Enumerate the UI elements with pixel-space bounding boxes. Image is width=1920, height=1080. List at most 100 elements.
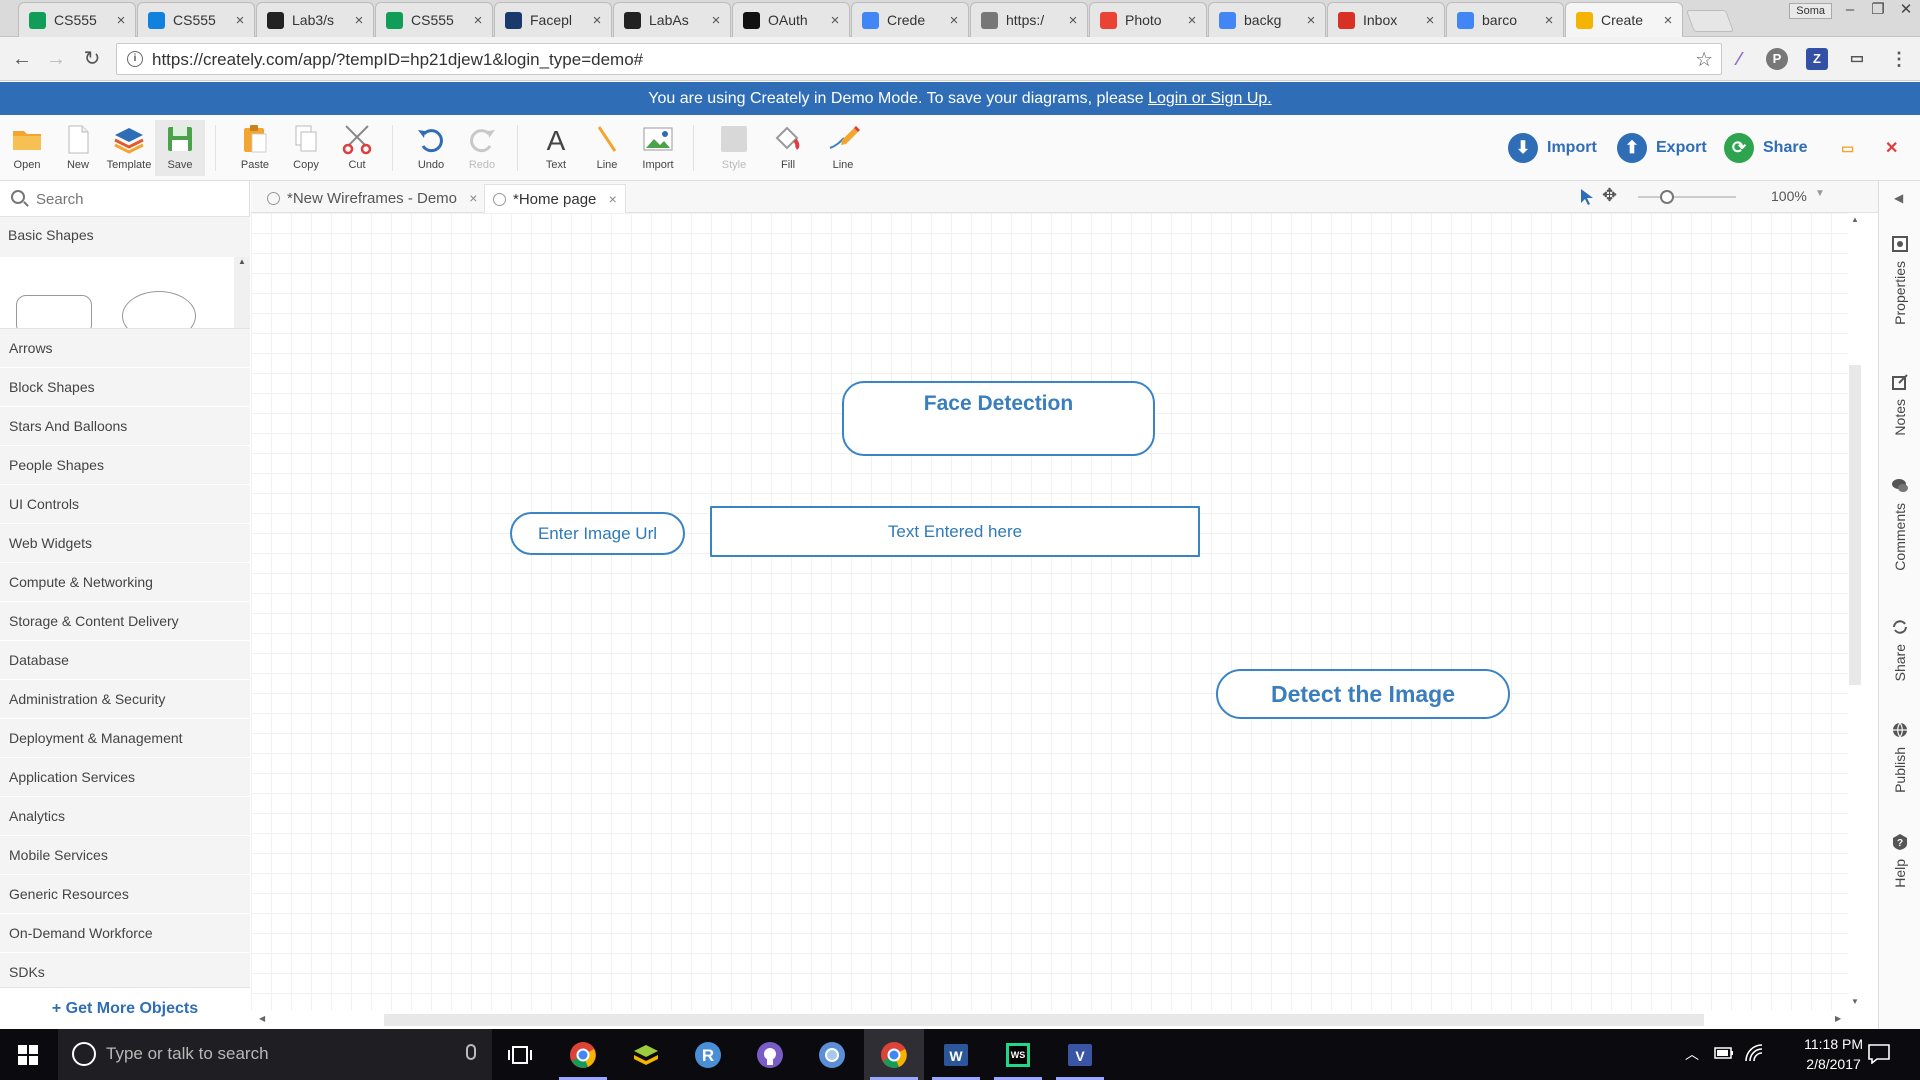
back-icon[interactable]: ← — [8, 45, 36, 73]
scroll-up-icon[interactable]: ▲ — [1851, 215, 1859, 224]
microphone-icon[interactable] — [466, 1044, 476, 1060]
style-button[interactable]: Style — [709, 122, 759, 171]
horizontal-scroll-thumb[interactable] — [384, 1014, 1704, 1026]
browser-tab[interactable]: Inbox × — [1327, 2, 1445, 37]
visio-app[interactable]: V — [1050, 1029, 1110, 1080]
face-detection-title-box[interactable]: Face Detection — [842, 381, 1155, 456]
open-button[interactable]: Open — [2, 122, 52, 171]
scroll-left-icon[interactable]: ◀ — [259, 1014, 265, 1023]
line-style-button[interactable]: Line — [818, 122, 868, 171]
browser-tab[interactable]: CS555 × — [18, 2, 136, 37]
category-item[interactable]: UI Controls — [0, 485, 250, 524]
close-tab-icon[interactable]: × — [113, 12, 129, 29]
profile-badge[interactable]: Soma — [1789, 3, 1832, 19]
vertical-scroll-thumb[interactable] — [1849, 365, 1861, 685]
wifi-icon[interactable] — [1744, 1043, 1764, 1063]
browser-tab[interactable]: CS555 × — [375, 2, 493, 37]
browser-tab[interactable]: LabAs × — [613, 2, 731, 37]
browser-tab[interactable]: Crede × — [851, 2, 969, 37]
share-panel-button[interactable]: Share — [1879, 618, 1920, 684]
zoom-dropdown-icon[interactable]: ▼ — [1815, 188, 1825, 199]
template-button[interactable]: Template — [104, 122, 154, 171]
close-window-icon[interactable]: ✕ — [1892, 0, 1920, 22]
browser-tab[interactable]: OAuth × — [732, 2, 850, 37]
close-tab-icon[interactable]: × — [469, 190, 477, 206]
line-tool-button[interactable]: Line — [582, 122, 632, 171]
image-url-text-field[interactable]: Text Entered here — [710, 506, 1200, 557]
category-item[interactable]: Storage & Content Delivery — [0, 602, 250, 641]
close-tab-icon[interactable]: × — [946, 12, 962, 29]
close-tab-icon[interactable]: × — [232, 12, 248, 29]
new-button[interactable]: New — [53, 122, 103, 171]
site-info-icon[interactable]: i — [127, 51, 143, 67]
new-tab-button[interactable] — [1685, 10, 1735, 32]
scroll-down-icon[interactable]: ▼ — [1851, 997, 1859, 1006]
category-item[interactable]: Stars And Balloons — [0, 407, 250, 446]
close-tab-icon[interactable]: × — [470, 12, 486, 29]
category-item[interactable]: Generic Resources — [0, 875, 250, 914]
scroll-right-icon[interactable]: ▶ — [1835, 1014, 1841, 1023]
close-tab-icon[interactable]: × — [609, 191, 617, 207]
category-basic-shapes[interactable]: Basic Shapes — [0, 217, 250, 257]
cortana-search-box[interactable]: Type or talk to search — [58, 1029, 492, 1080]
bookmark-star-icon[interactable]: ☆ — [1695, 47, 1713, 72]
category-item[interactable]: Deployment & Management — [0, 719, 250, 758]
close-editor-icon[interactable]: ✕ — [1885, 132, 1898, 164]
rstudio-app[interactable]: R — [678, 1029, 738, 1080]
ellipse-shape[interactable] — [122, 291, 196, 328]
browser-tab[interactable]: barco × — [1446, 2, 1564, 37]
pointer-tool-icon[interactable] — [1578, 188, 1594, 206]
close-tab-icon[interactable]: × — [1541, 12, 1557, 29]
library-search-input[interactable] — [36, 187, 236, 211]
collapse-rail-icon[interactable]: ◀ — [1894, 191, 1903, 205]
reload-icon[interactable]: ↻ — [78, 45, 106, 73]
url-text[interactable]: https://creately.com/app/?tempID=hp21dje… — [152, 50, 643, 70]
doc-tab-new-wireframes[interactable]: *New Wireframes - Demo × — [259, 184, 477, 213]
close-tab-icon[interactable]: × — [827, 12, 843, 29]
import-image-button[interactable]: Import — [633, 122, 683, 171]
category-item[interactable]: Web Widgets — [0, 524, 250, 563]
category-item[interactable]: Compute & Networking — [0, 563, 250, 602]
category-item[interactable]: Analytics — [0, 797, 250, 836]
close-tab-icon[interactable]: × — [1065, 12, 1081, 29]
close-tab-icon[interactable]: × — [1660, 12, 1676, 29]
p-extension-icon[interactable]: P — [1766, 48, 1788, 70]
browser-tab[interactable]: Photo × — [1089, 2, 1207, 37]
close-tab-icon[interactable]: × — [351, 12, 367, 29]
browser-tab[interactable]: Create × — [1565, 2, 1683, 37]
browser-tab[interactable]: https:/ × — [970, 2, 1088, 37]
doc-tab-home-page[interactable]: *Home page × — [484, 184, 626, 213]
text-tool-button[interactable]: A Text — [531, 122, 581, 171]
chrome-menu-icon[interactable]: ⋮ — [1888, 48, 1910, 70]
chat-icon[interactable]: ▭ — [1841, 132, 1854, 164]
category-item[interactable]: Block Shapes — [0, 368, 250, 407]
canvas-vertical-scrollbar[interactable]: ▲ ▼ — [1848, 213, 1878, 1011]
browser-tab[interactable]: backg × — [1208, 2, 1326, 37]
share-button[interactable]: ⟳ Share — [1724, 132, 1807, 164]
close-tab-icon[interactable]: × — [589, 12, 605, 29]
enter-image-url-label[interactable]: Enter Image Url — [510, 512, 685, 555]
redo-button[interactable]: Redo — [457, 122, 507, 171]
system-clock[interactable]: 11:18 PM 2/8/2017 — [1804, 1034, 1863, 1074]
palette-scrollbar[interactable]: ▲ — [234, 257, 250, 328]
action-center-icon[interactable] — [1868, 1044, 1890, 1064]
paste-button[interactable]: Paste — [230, 122, 280, 171]
category-item[interactable]: Mobile Services — [0, 836, 250, 875]
undo-button[interactable]: Undo — [406, 122, 456, 171]
import-button[interactable]: ⬇ Import — [1508, 132, 1597, 164]
start-button[interactable] — [0, 1029, 56, 1080]
login-signup-link[interactable]: Login or Sign Up. — [1148, 90, 1272, 107]
close-tab-icon[interactable]: × — [1303, 12, 1319, 29]
tray-chevron-icon[interactable]: ︿ — [1685, 1044, 1699, 1064]
restore-icon[interactable]: ❐ — [1864, 0, 1892, 22]
diagram-canvas[interactable]: Face Detection Enter Image Url Text Ente… — [251, 213, 1856, 1011]
help-panel-button[interactable]: ? Help — [1879, 833, 1920, 891]
zoom-slider-handle[interactable] — [1660, 190, 1674, 204]
browser-tab[interactable]: CS555 × — [137, 2, 255, 37]
zoom-slider[interactable] — [1638, 196, 1736, 198]
pen-extension-icon[interactable]: ⁄ — [1728, 48, 1750, 70]
zoom-level[interactable]: 100% — [1771, 188, 1807, 204]
app-layers[interactable] — [616, 1029, 676, 1080]
export-button[interactable]: ⬆ Export — [1617, 132, 1707, 164]
properties-panel-button[interactable]: Properties — [1879, 235, 1920, 328]
